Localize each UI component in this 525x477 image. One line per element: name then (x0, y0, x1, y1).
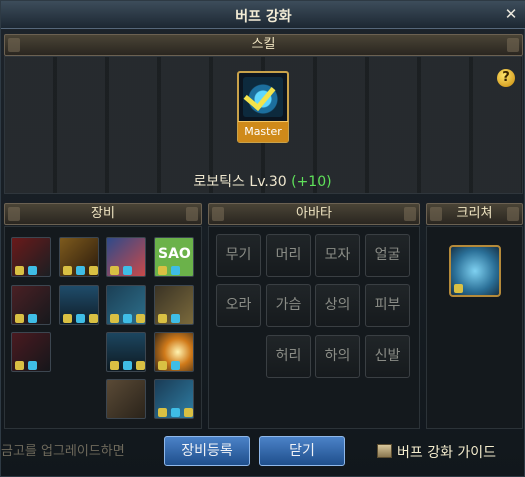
skill-level: 로보틱스 Lv.30 (193, 174, 287, 190)
equipment-slot[interactable] (154, 285, 194, 325)
lock-icon (158, 361, 167, 370)
avatar-slot-hat[interactable]: 모자 (315, 234, 360, 277)
creature-slot[interactable] (449, 245, 501, 297)
equipment-slot[interactable] (11, 332, 51, 372)
avatar-slot-aura[interactable]: 오라 (216, 284, 261, 327)
equipment-slot[interactable] (59, 285, 99, 325)
buff-enhance-window: 버프 강화 ✕ 스킬 Master ? 로보틱스 Lv.30 (+10) 장비 … (0, 0, 525, 477)
avatar-slot-face[interactable]: 얼굴 (365, 234, 410, 277)
lock-icon (28, 361, 37, 370)
equipment-slot[interactable] (154, 379, 194, 419)
lock-icon (110, 361, 119, 370)
help-icon[interactable]: ? (497, 69, 515, 87)
guide-label: 버프 강화 가이드 (397, 445, 497, 461)
lock-icon (184, 408, 193, 417)
avatar-slot-skin[interactable]: 피부 (365, 284, 410, 327)
window-title: 버프 강화 (235, 9, 292, 25)
notice-text: 금고를 업그레이드하면 (1, 444, 125, 459)
lock-icon (76, 266, 85, 275)
equipment-slot[interactable] (11, 237, 51, 277)
equipment-slot[interactable] (106, 332, 146, 372)
lock-icon (76, 314, 85, 323)
lock-icon (123, 314, 132, 323)
lock-icon (171, 361, 180, 370)
avatar-slot-bottom[interactable]: 하의 (315, 335, 360, 378)
skill-icon[interactable]: Master (237, 71, 289, 143)
lock-icon (454, 284, 463, 293)
skill-name: 로보틱스 Lv.30 (+10) (1, 171, 524, 191)
lock-icon (158, 408, 167, 417)
lock-icon (89, 314, 98, 323)
lock-icon (15, 361, 24, 370)
lock-icon (136, 361, 145, 370)
master-badge: Master (238, 121, 288, 142)
equipment-slot[interactable] (11, 285, 51, 325)
creature-header: 크리쳐 (426, 203, 523, 225)
title-bar[interactable]: 버프 강화 ✕ (1, 1, 525, 29)
avatar-header: 아바타 (208, 203, 420, 225)
lock-icon (136, 314, 145, 323)
equipment-slot[interactable] (106, 237, 146, 277)
lock-icon (15, 266, 24, 275)
lock-icon (171, 314, 180, 323)
lock-icon (158, 314, 167, 323)
avatar-slot-waist[interactable]: 허리 (266, 335, 311, 378)
lock-icon (28, 266, 37, 275)
avatar-slot-shoes[interactable]: 신발 (365, 335, 410, 378)
avatar-slot-chest[interactable]: 가슴 (266, 284, 311, 327)
avatar-slot-top[interactable]: 상의 (315, 284, 360, 327)
lock-icon (89, 266, 98, 275)
lock-icon (63, 266, 72, 275)
buff-guide-link[interactable]: 버프 강화 가이드 (377, 442, 496, 462)
equipment-slot[interactable] (106, 285, 146, 325)
close-button[interactable]: 닫기 (259, 436, 345, 466)
lock-icon (171, 266, 180, 275)
register-equipment-button[interactable]: 장비등록 (164, 436, 250, 466)
skill-bonus: (+10) (291, 174, 332, 190)
skill-header: 스킬 (4, 34, 523, 56)
lock-icon (28, 314, 37, 323)
lock-icon (123, 266, 132, 275)
lock-icon (110, 266, 119, 275)
equipment-slot[interactable] (154, 332, 194, 372)
equipment-slot[interactable] (106, 379, 146, 419)
book-icon (377, 444, 392, 458)
equipment-slot[interactable] (59, 237, 99, 277)
lock-icon (123, 361, 132, 370)
close-icon[interactable]: ✕ (502, 5, 520, 23)
lock-icon (158, 266, 167, 275)
avatar-slot-hair[interactable]: 머리 (266, 234, 311, 277)
equipment-slot[interactable]: SAO (154, 237, 194, 277)
lock-icon (171, 408, 180, 417)
equipment-header: 장비 (4, 203, 202, 225)
sao-icon: SAO (158, 246, 191, 262)
lock-icon (63, 314, 72, 323)
lock-icon (15, 314, 24, 323)
lock-icon (110, 314, 119, 323)
avatar-slot-weapon[interactable]: 무기 (216, 234, 261, 277)
